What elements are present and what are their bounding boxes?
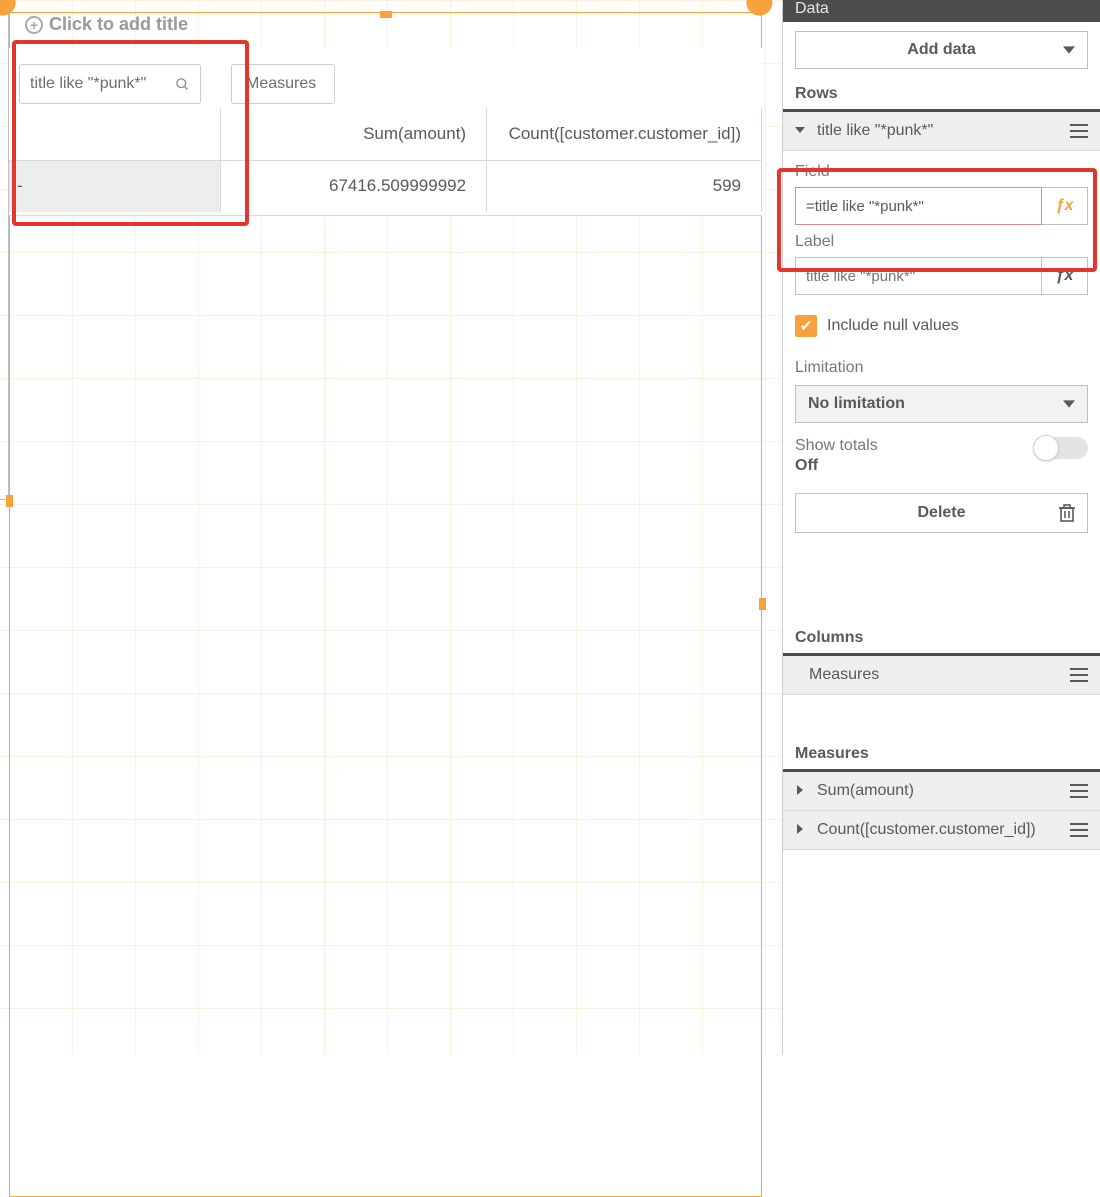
rows-section-header: Rows — [783, 79, 1100, 112]
label-label: Label — [795, 231, 1088, 251]
pivot-table: Sum(amount) Count([customer.customer_id]… — [9, 108, 762, 212]
measure-item-2[interactable]: Count([customer.customer_id]) — [783, 811, 1100, 850]
toggle-knob — [1033, 435, 1059, 461]
show-totals-label: Show totals — [795, 437, 878, 455]
columns-section-header: Columns — [783, 623, 1100, 656]
limitation-label: Limitation — [783, 341, 1100, 383]
caret-down-icon — [1063, 44, 1075, 56]
column-item-label: Measures — [809, 666, 879, 684]
add-data-button[interactable]: Add data — [795, 31, 1088, 69]
limitation-select[interactable]: No limitation — [795, 385, 1088, 423]
panel-header: Data — [783, 0, 1100, 22]
pivot-chart[interactable]: title like "*punk*" Measures Sum(amount)… — [9, 48, 762, 216]
caret-down-icon — [1063, 398, 1075, 410]
measure-item-label: Sum(amount) — [817, 782, 914, 800]
col-header-1[interactable]: Sum(amount) — [220, 108, 486, 160]
measure-pill[interactable]: Measures — [231, 64, 335, 104]
field-label: Field — [795, 161, 1088, 181]
chart-title[interactable]: + Click to add title — [25, 14, 188, 35]
include-null-label: Include null values — [827, 317, 959, 335]
resize-handle-left[interactable] — [6, 495, 13, 507]
resize-handle-top[interactable] — [380, 11, 392, 18]
show-totals-toggle[interactable] — [1034, 437, 1088, 459]
expand-icon — [795, 821, 807, 839]
cell-count: 599 — [487, 160, 762, 212]
expand-icon — [795, 782, 807, 800]
table-row[interactable]: - 67416.509999992 599 — [9, 160, 762, 212]
sheet-canvas[interactable]: + Click to add title title like "*punk*"… — [0, 0, 782, 1055]
measure-item-label: Count([customer.customer_id]) — [817, 821, 1036, 839]
limitation-value: No limitation — [808, 395, 905, 413]
dimension-pill[interactable]: title like "*punk*" — [19, 64, 201, 104]
trash-icon — [1059, 504, 1075, 522]
measure-label: Measures — [246, 75, 316, 93]
field-input[interactable] — [795, 187, 1042, 225]
col-header-2[interactable]: Count([customer.customer_id]) — [487, 108, 762, 160]
menu-icon[interactable] — [1070, 668, 1088, 682]
menu-icon[interactable] — [1070, 784, 1088, 798]
menu-icon[interactable] — [1070, 823, 1088, 837]
title-placeholder: Click to add title — [49, 14, 188, 35]
search-icon[interactable] — [175, 77, 190, 92]
delete-label: Delete — [917, 504, 965, 522]
checkbox-checked-icon[interactable]: ✔ — [795, 315, 817, 337]
measures-section-header: Measures — [783, 739, 1100, 772]
fx-button-field[interactable]: ƒx — [1042, 187, 1088, 225]
collapse-icon — [795, 122, 807, 140]
show-totals-state: Off — [795, 457, 878, 475]
panel-header-label: Data — [795, 0, 829, 18]
label-input[interactable] — [795, 257, 1042, 295]
cell-sum: 67416.509999992 — [220, 160, 486, 212]
row-item[interactable]: title like "*punk*" — [783, 112, 1100, 151]
dimension-label: title like "*punk*" — [30, 75, 146, 93]
plus-icon: + — [25, 16, 43, 34]
delete-button[interactable]: Delete — [795, 493, 1088, 533]
row-dim-value: - — [9, 160, 220, 212]
resize-handle-right[interactable] — [759, 598, 766, 610]
properties-panel: Data Add data Rows title like "*punk*" F… — [782, 0, 1100, 1055]
add-data-label: Add data — [907, 41, 975, 59]
row-item-label: title like "*punk*" — [817, 122, 933, 140]
fx-button-label[interactable]: ƒx — [1042, 257, 1088, 295]
menu-icon[interactable] — [1070, 124, 1088, 138]
include-null-row[interactable]: ✔ Include null values — [783, 299, 1100, 341]
measure-item-1[interactable]: Sum(amount) — [783, 772, 1100, 811]
column-item[interactable]: Measures — [783, 656, 1100, 695]
dim-header-blank — [9, 108, 220, 160]
